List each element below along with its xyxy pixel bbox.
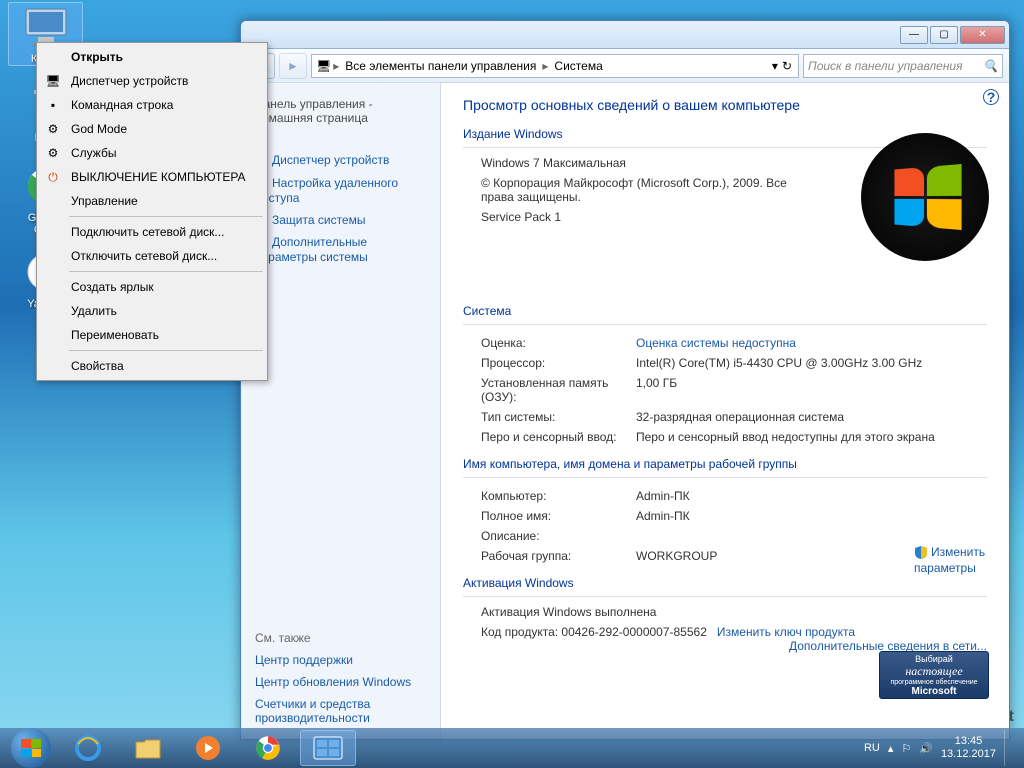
pen-value: Перо и сенсорный ввод недоступны для это… bbox=[636, 430, 987, 444]
desc-value bbox=[636, 529, 987, 543]
ram-value: 1,00 ГБ bbox=[636, 376, 987, 404]
forward-button[interactable]: ► bbox=[279, 53, 307, 79]
shield-icon bbox=[914, 545, 928, 559]
ctx-open[interactable]: Открыть bbox=[39, 45, 265, 69]
shutdown-icon: ⏻ bbox=[43, 169, 63, 185]
page-title: Просмотр основных сведений о вашем компь… bbox=[463, 97, 987, 113]
maximize-button[interactable]: ▢ bbox=[930, 26, 958, 44]
taskbar-wmp[interactable] bbox=[180, 730, 236, 766]
ctx-properties[interactable]: Свойства bbox=[39, 354, 265, 378]
section-name: Имя компьютера, имя домена и параметры р… bbox=[463, 457, 987, 471]
godmode-icon: ⚙ bbox=[43, 121, 63, 137]
tray-flag-icon[interactable]: ⚐ bbox=[901, 742, 911, 755]
taskbar-ie[interactable] bbox=[60, 730, 116, 766]
devmgr-icon: 🖥 bbox=[43, 73, 63, 89]
ctx-create-shortcut[interactable]: Создать ярлык bbox=[39, 275, 265, 299]
ctx-device-manager[interactable]: 🖥Диспетчер устройств bbox=[39, 69, 265, 93]
sidebar-perf[interactable]: Счетчики и средства производительности bbox=[255, 693, 426, 729]
sidebar-advanced[interactable]: Дополнительные параметры системы bbox=[255, 231, 426, 268]
systype-value: 32-разрядная операционная система bbox=[636, 410, 987, 424]
content-area: Просмотр основных сведений о вашем компь… bbox=[441, 83, 1009, 739]
refresh-icon[interactable]: ↻ bbox=[782, 59, 792, 73]
context-menu: Открыть 🖥Диспетчер устройств ▪Командная … bbox=[36, 42, 268, 381]
system-properties-window: — ▢ ✕ ◄ ► 🖥 ▸ Все элементы панели управл… bbox=[240, 20, 1010, 740]
ctx-services[interactable]: ⚙Службы bbox=[39, 141, 265, 165]
minimize-button[interactable]: — bbox=[900, 26, 928, 44]
ctx-delete[interactable]: Удалить bbox=[39, 299, 265, 323]
search-icon: 🔍 bbox=[983, 59, 998, 73]
close-button[interactable]: ✕ bbox=[960, 26, 1005, 44]
change-settings-link[interactable]: Изменить параметры bbox=[914, 545, 1009, 576]
crumb-all[interactable]: Все элементы панели управления bbox=[341, 59, 540, 73]
see-also-label: См. также bbox=[255, 627, 426, 649]
windows-logo bbox=[861, 133, 989, 261]
product-id: Код продукта: 00426-292-0000007-85562 bbox=[481, 625, 707, 639]
services-icon: ⚙ bbox=[43, 145, 63, 161]
control-panel-icon: 🖥 bbox=[316, 59, 331, 73]
taskbar-explorer[interactable] bbox=[120, 730, 176, 766]
breadcrumb[interactable]: 🖥 ▸ Все элементы панели управления ▸ Сис… bbox=[311, 54, 799, 78]
ctx-manage[interactable]: Управление bbox=[39, 189, 265, 213]
ctx-shutdown[interactable]: ⏻ВЫКЛЮЧЕНИЕ КОМПЬЮТЕРА bbox=[39, 165, 265, 189]
system-tray: RU ▴ ⚐ 🔊 13:45 13.12.2017 bbox=[864, 730, 1020, 766]
show-desktop-button[interactable] bbox=[1004, 730, 1012, 766]
sidebar-remote[interactable]: Настройка удаленного доступа bbox=[255, 172, 426, 209]
tray-volume-icon[interactable]: 🔊 bbox=[919, 742, 933, 755]
rating-link[interactable]: Оценка системы недоступна bbox=[636, 336, 796, 350]
tray-clock[interactable]: 13:45 13.12.2017 bbox=[941, 735, 996, 761]
search-input[interactable]: Поиск в панели управления 🔍 bbox=[803, 54, 1003, 78]
cmd-icon: ▪ bbox=[43, 97, 63, 113]
taskbar-system[interactable] bbox=[300, 730, 356, 766]
section-activation: Активация Windows bbox=[463, 576, 987, 590]
ctx-cmd[interactable]: ▪Командная строка bbox=[39, 93, 265, 117]
copyright: © Корпорация Майкрософт (Microsoft Corp.… bbox=[463, 176, 803, 204]
crumb-system[interactable]: Система bbox=[550, 59, 606, 73]
ctx-map-drive[interactable]: Подключить сетевой диск... bbox=[39, 220, 265, 244]
start-button[interactable] bbox=[4, 728, 58, 768]
help-button[interactable]: ? bbox=[983, 89, 999, 105]
activation-status: Активация Windows выполнена bbox=[463, 605, 987, 619]
tray-up-icon[interactable]: ▴ bbox=[888, 742, 894, 755]
fullname-value: Admin-ПК bbox=[636, 509, 987, 523]
tray-lang[interactable]: RU bbox=[864, 742, 880, 754]
search-placeholder: Поиск в панели управления bbox=[808, 59, 963, 73]
change-key-link[interactable]: Изменить ключ продукта bbox=[717, 625, 855, 639]
sidebar-devmgr[interactable]: Диспетчер устройств bbox=[255, 149, 426, 172]
sidebar-protection[interactable]: Защита системы bbox=[255, 209, 426, 232]
titlebar[interactable]: — ▢ ✕ bbox=[241, 21, 1009, 49]
genuine-badge[interactable]: Выбирай настоящее программное обеспечени… bbox=[879, 651, 989, 699]
ctx-rename[interactable]: Переименовать bbox=[39, 323, 265, 347]
dropdown-icon[interactable]: ▾ bbox=[772, 59, 778, 73]
cpu-value: Intel(R) Core(TM) i5-4430 CPU @ 3.00GHz … bbox=[636, 356, 987, 370]
sidebar-action-center[interactable]: Центр поддержки bbox=[255, 649, 426, 671]
section-system: Система bbox=[463, 304, 987, 318]
ctx-godmode[interactable]: ⚙God Mode bbox=[39, 117, 265, 141]
sidebar-update[interactable]: Центр обновления Windows bbox=[255, 671, 426, 693]
taskbar-chrome[interactable] bbox=[240, 730, 296, 766]
pcname-value: Admin-ПК bbox=[636, 489, 987, 503]
toolbar: ◄ ► 🖥 ▸ Все элементы панели управления ▸… bbox=[241, 49, 1009, 83]
ctx-unmap-drive[interactable]: Отключить сетевой диск... bbox=[39, 244, 265, 268]
taskbar: RU ▴ ⚐ 🔊 13:45 13.12.2017 bbox=[0, 728, 1024, 768]
sidebar: Панель управления - домашняя страница Ди… bbox=[241, 83, 441, 739]
sidebar-home[interactable]: Панель управления - домашняя страница bbox=[255, 93, 426, 129]
